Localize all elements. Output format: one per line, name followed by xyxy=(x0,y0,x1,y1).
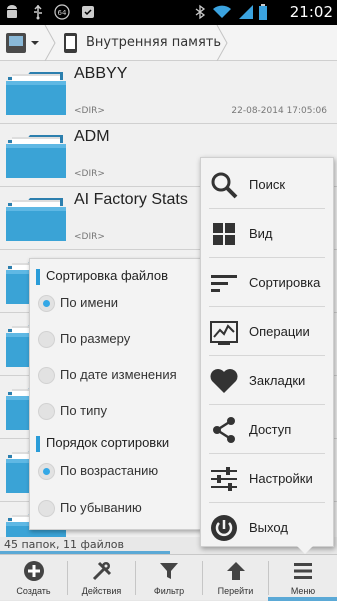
main-menu-popup: Поиск Вид Сортировка Операции Закладки Д… xyxy=(200,157,334,547)
menu-button[interactable]: Меню xyxy=(269,555,337,601)
wifi-icon xyxy=(213,5,231,18)
sort-by-name-option[interactable]: По имени xyxy=(30,286,200,322)
file-row[interactable]: ABBYY <DIR> 22-08-2014 17:05:06 xyxy=(0,61,337,124)
option-label: По дате изменения xyxy=(60,367,177,382)
breadcrumb-separator xyxy=(216,25,228,61)
filter-button[interactable]: Фильтр xyxy=(136,555,202,601)
menu-item-view[interactable]: Вид xyxy=(201,209,333,257)
breadcrumb-internal-storage[interactable]: Внутренняя память xyxy=(58,25,228,61)
operations-chart-icon xyxy=(210,321,238,345)
option-label: По возрастанию xyxy=(60,463,159,478)
filter-label: Фильтр xyxy=(153,586,185,596)
sort-ascending-option[interactable]: По возрастанию xyxy=(30,454,200,490)
menu-popup-pointer xyxy=(296,545,314,554)
radio-button[interactable] xyxy=(38,463,55,480)
filter-icon xyxy=(160,563,178,579)
sort-by-date-option[interactable]: По дате изменения xyxy=(30,358,200,394)
phone-icon xyxy=(64,33,77,53)
radio-button[interactable] xyxy=(38,331,55,348)
folder-icon xyxy=(6,67,66,117)
grid-view-icon xyxy=(213,223,235,245)
menu-label: Меню xyxy=(290,586,316,596)
menu-item-label: Поиск xyxy=(249,177,286,192)
menu-item-label: Вид xyxy=(249,226,273,241)
menu-item-access[interactable]: Доступ xyxy=(201,405,333,453)
add-circle-icon xyxy=(23,561,44,581)
folder-icon xyxy=(6,130,66,180)
file-type: <DIR> xyxy=(74,232,105,242)
menu-item-label: Операции xyxy=(249,324,310,339)
menu-item-label: Сортировка xyxy=(249,275,321,290)
path-bar: Внутренняя память xyxy=(0,25,337,61)
sort-by-type-option[interactable]: По типу xyxy=(30,394,200,430)
item-count: 45 папок, 11 файлов xyxy=(4,538,125,551)
svg-text:64: 64 xyxy=(58,9,67,17)
create-label: Создать xyxy=(16,586,51,596)
menu-item-exit[interactable]: Выход xyxy=(201,503,333,551)
radio-button[interactable] xyxy=(38,367,55,384)
arrow-up-icon xyxy=(226,562,245,580)
file-name: ABBYY xyxy=(74,65,128,82)
file-name: ADM xyxy=(74,128,110,145)
battery-icon xyxy=(259,4,267,20)
menu-item-label: Выход xyxy=(249,520,288,535)
file-date: 22-08-2014 17:05:06 xyxy=(231,106,327,116)
breadcrumb-label: Внутренняя память xyxy=(86,35,222,50)
notification-64-icon: 64 xyxy=(54,4,70,20)
usb-icon xyxy=(34,4,42,20)
clean-master-icon xyxy=(82,6,94,18)
sort-icon xyxy=(211,275,237,292)
menu-item-search[interactable]: Поиск xyxy=(201,160,333,208)
radio-button[interactable] xyxy=(38,500,55,517)
sort-order-title: Порядок сортировки xyxy=(46,435,170,450)
heart-icon xyxy=(210,369,238,393)
drive-selector[interactable] xyxy=(4,30,40,56)
breadcrumb-separator xyxy=(44,25,56,61)
go-label: Перейти xyxy=(217,586,254,596)
sort-popup: Сортировка файлов По имени По размеру По… xyxy=(29,258,201,530)
actions-button[interactable]: Действия xyxy=(68,555,135,601)
tools-icon xyxy=(92,561,111,581)
signal-icon xyxy=(239,5,253,19)
menu-item-label: Закладки xyxy=(249,373,306,388)
clock: 21:02 xyxy=(289,3,333,21)
share-icon xyxy=(213,417,235,443)
file-type: <DIR> xyxy=(74,169,105,179)
sd-card-icon xyxy=(6,33,39,53)
radio-button[interactable] xyxy=(38,403,55,420)
menu-item-label: Доступ xyxy=(249,422,292,437)
file-name: AI Factory Stats xyxy=(74,191,188,208)
option-label: По типу xyxy=(60,403,107,418)
go-button[interactable]: Перейти xyxy=(203,555,268,601)
status-bar: 64 21:02 xyxy=(0,0,337,25)
menu-item-bookmarks[interactable]: Закладки xyxy=(201,356,333,404)
power-icon xyxy=(211,515,237,541)
menu-item-sort[interactable]: Сортировка xyxy=(201,258,333,306)
create-button[interactable]: Создать xyxy=(0,555,67,601)
sort-descending-option[interactable]: По убыванию xyxy=(30,491,200,527)
option-label: По имени xyxy=(60,295,119,310)
android-icon xyxy=(7,5,17,18)
menu-icon xyxy=(294,563,312,579)
option-label: По размеру xyxy=(60,331,131,346)
sort-by-size-option[interactable]: По размеру xyxy=(30,322,200,358)
radio-button[interactable] xyxy=(38,295,55,312)
menu-item-settings[interactable]: Настройки xyxy=(201,454,333,502)
menu-item-operations[interactable]: Операции xyxy=(201,307,333,355)
search-icon xyxy=(211,172,238,199)
sort-files-title: Сортировка файлов xyxy=(46,268,169,283)
option-label: По убыванию xyxy=(60,500,142,515)
actions-label: Действия xyxy=(81,586,122,596)
bottom-toolbar: Создать Действия Фильтр Перейти Меню xyxy=(0,554,337,601)
file-type: <DIR> xyxy=(74,106,105,116)
menu-item-label: Настройки xyxy=(249,471,313,486)
folder-icon xyxy=(6,193,66,243)
bluetooth-icon xyxy=(195,4,206,20)
settings-sliders-icon xyxy=(211,467,237,491)
active-tab-indicator xyxy=(268,597,337,601)
